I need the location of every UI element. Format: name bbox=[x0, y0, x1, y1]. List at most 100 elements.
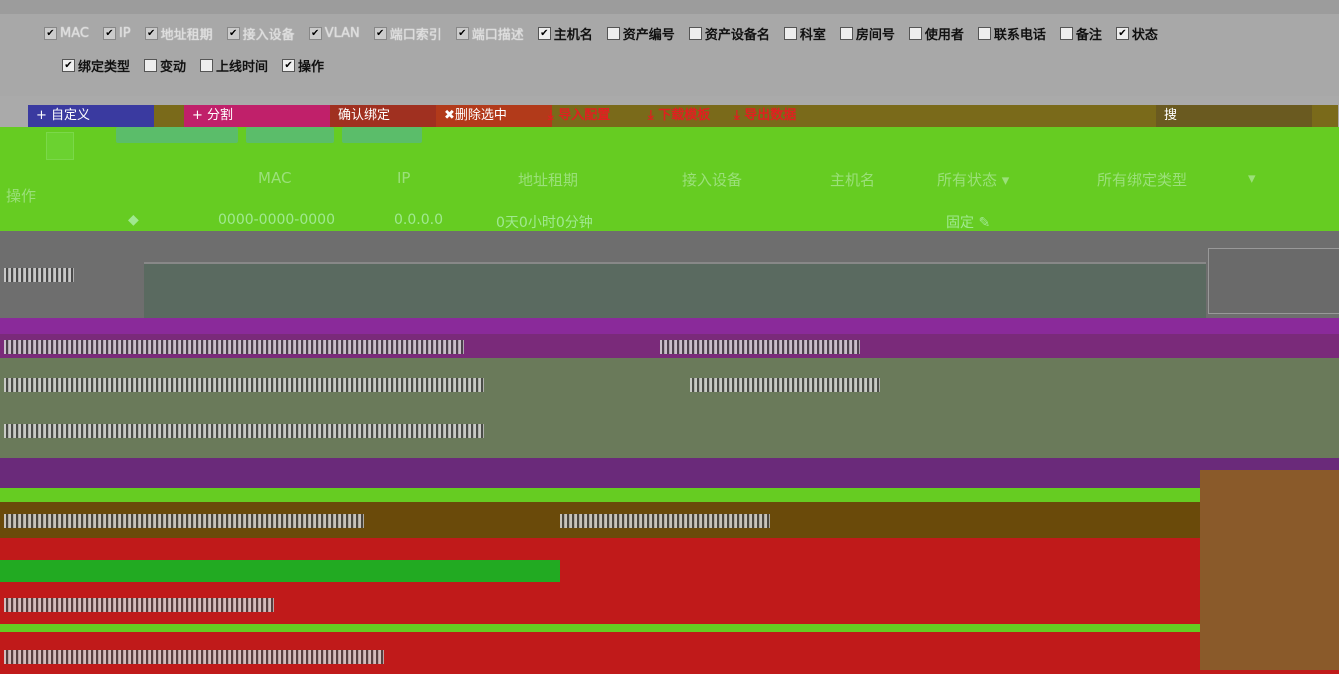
header-operation: 操作 bbox=[6, 187, 37, 205]
header-access-device[interactable]: 接入设备 bbox=[682, 169, 742, 190]
column-toggle-label: 端口描述 bbox=[471, 28, 524, 43]
checkbox-unchecked-icon[interactable] bbox=[783, 27, 797, 40]
column-toggle-label: 绑定类型 bbox=[78, 60, 131, 75]
filter-button[interactable] bbox=[116, 127, 238, 143]
cell-lease: 0天0小时0分钟 bbox=[496, 215, 593, 231]
checkbox-unchecked-icon[interactable] bbox=[839, 27, 853, 40]
garbled-text bbox=[560, 514, 770, 528]
table-row bbox=[0, 488, 1339, 502]
table-row bbox=[1208, 248, 1339, 314]
status-filter-dropdown[interactable]: 所有状态 ▾ bbox=[937, 169, 1009, 190]
column-toggle-label: 房间号 bbox=[855, 28, 895, 43]
garbled-text bbox=[4, 598, 274, 612]
confirm-bind-button[interactable]: 确认绑定 bbox=[330, 105, 446, 127]
column-toggle[interactable]: ✔ 接入设备 bbox=[226, 24, 295, 43]
cell-mac: 0000-0000-0000 bbox=[218, 212, 335, 228]
table-row bbox=[0, 358, 1339, 458]
column-toggle-label: 使用者 bbox=[924, 28, 964, 43]
column-toggle[interactable]: ✔ 操作 bbox=[282, 56, 324, 75]
table-row bbox=[0, 560, 560, 582]
table-row bbox=[1200, 470, 1339, 670]
checkbox-unchecked-icon[interactable] bbox=[144, 59, 158, 72]
filter-button[interactable] bbox=[246, 127, 334, 143]
column-toggle[interactable]: 资产设备名 bbox=[688, 24, 770, 43]
checkbox-unchecked-icon[interactable] bbox=[200, 59, 214, 72]
column-toggle[interactable]: 资产编号 bbox=[606, 24, 675, 43]
column-toggle-label: 科室 bbox=[799, 28, 826, 43]
column-chooser-row-1: ✔ MAC ✔ IP ✔ 地址租期 ✔ 接入设备 ✔ VLAN ✔ 端口索引 ✔ 端口描述 ✔ 主机名 资产编号… bbox=[44, 24, 1158, 43]
column-toggle[interactable]: 备注 bbox=[1059, 24, 1102, 43]
column-toggle[interactable]: 使用者 bbox=[908, 24, 964, 43]
checkbox-unchecked-icon[interactable] bbox=[1059, 27, 1073, 40]
column-toggle-label: 备注 bbox=[1075, 28, 1102, 43]
table-row bbox=[0, 318, 1339, 334]
chevron-down-icon[interactable]: ▾ bbox=[1248, 169, 1256, 187]
cell-bind-type[interactable]: 固定 ✎ bbox=[946, 212, 990, 232]
garbled-text bbox=[4, 514, 364, 528]
header-hostname[interactable]: 主机名 bbox=[830, 169, 875, 190]
checkbox-checked-icon[interactable]: ✔ bbox=[102, 27, 116, 40]
column-toggle-label: 端口索引 bbox=[389, 28, 442, 43]
checkbox-unchecked-icon[interactable] bbox=[688, 27, 702, 40]
column-toggle-label: 地址租期 bbox=[160, 28, 213, 43]
garbled-text bbox=[4, 378, 484, 392]
header-ip[interactable]: IP bbox=[397, 169, 410, 187]
column-toggle[interactable]: 科室 bbox=[783, 24, 826, 43]
checkbox-unchecked-icon[interactable] bbox=[908, 27, 922, 40]
garbled-text bbox=[660, 340, 860, 354]
checkbox-checked-icon[interactable]: ✔ bbox=[44, 27, 57, 40]
checkbox-unchecked-icon[interactable] bbox=[977, 27, 991, 40]
garbled-text bbox=[4, 650, 384, 664]
column-toggle[interactable]: 房间号 bbox=[839, 24, 895, 43]
cell-ip: 0.0.0.0 bbox=[394, 212, 443, 228]
column-toggle[interactable]: ✔ 绑定类型 bbox=[62, 56, 130, 75]
split-button[interactable]: + 分割 bbox=[184, 105, 340, 127]
column-toggle[interactable]: ✔ 端口索引 bbox=[373, 24, 442, 43]
column-toggle[interactable]: ✔ 主机名 bbox=[537, 24, 593, 43]
column-toggle[interactable]: ✔ IP bbox=[102, 26, 131, 41]
checkbox-checked-icon[interactable]: ✔ bbox=[62, 59, 75, 72]
export-data-link[interactable]: ⤓ 导出数据 bbox=[726, 105, 832, 127]
checkbox-checked-icon[interactable]: ✔ bbox=[1115, 27, 1129, 40]
garbled-text bbox=[4, 268, 74, 282]
checkbox-checked-icon[interactable]: ✔ bbox=[455, 27, 469, 40]
column-toggle[interactable]: ✔ 状态 bbox=[1115, 24, 1158, 43]
table-row bbox=[0, 624, 1339, 632]
column-toggle[interactable]: 联系电话 bbox=[977, 24, 1046, 43]
import-config-link[interactable]: ⤓ 导入配置 bbox=[540, 105, 652, 127]
table-row bbox=[0, 458, 1339, 488]
checkbox-unchecked-icon[interactable] bbox=[606, 27, 620, 40]
filter-button[interactable] bbox=[342, 127, 422, 143]
column-toggle-label: 联系电话 bbox=[993, 28, 1046, 43]
column-toggle-label: 状态 bbox=[1131, 28, 1158, 43]
column-toggle-label: 操作 bbox=[298, 60, 325, 75]
column-toggle[interactable]: ✔ VLAN bbox=[308, 26, 360, 41]
column-toggle[interactable]: ✔ 端口描述 bbox=[455, 24, 524, 43]
header-mac[interactable]: MAC bbox=[258, 169, 291, 187]
header-lease[interactable]: 地址租期 bbox=[518, 169, 578, 190]
column-toggle[interactable]: ✔ MAC bbox=[44, 26, 89, 41]
delete-selected-button[interactable]: ✖删除选中 bbox=[436, 105, 552, 127]
top-stripe bbox=[0, 0, 1339, 14]
checkbox-checked-icon[interactable]: ✔ bbox=[537, 27, 551, 40]
bind-type-filter-dropdown[interactable]: 所有绑定类型 bbox=[1097, 169, 1187, 190]
column-toggle[interactable]: 变动 bbox=[144, 56, 186, 75]
custom-define-button[interactable]: + 自定义 bbox=[28, 105, 154, 127]
search-button[interactable]: 搜 bbox=[1156, 105, 1312, 127]
column-toggle-label: VLAN bbox=[324, 26, 360, 41]
column-toggle[interactable]: ✔ 地址租期 bbox=[144, 24, 213, 43]
column-toggle-label: 变动 bbox=[160, 60, 187, 75]
garbled-text bbox=[4, 340, 464, 354]
column-toggle-label: 上线时间 bbox=[216, 60, 269, 75]
column-toggle-label: IP bbox=[118, 26, 131, 41]
checkbox-checked-icon[interactable]: ✔ bbox=[144, 27, 158, 40]
checkbox-checked-icon[interactable]: ✔ bbox=[308, 27, 322, 40]
column-toggle-label: MAC bbox=[60, 26, 89, 41]
select-all-checkbox[interactable] bbox=[46, 132, 74, 160]
checkbox-checked-icon[interactable]: ✔ bbox=[282, 59, 296, 72]
column-chooser: ✔ MAC ✔ IP ✔ 地址租期 ✔ 接入设备 ✔ VLAN ✔ 端口索引 ✔ 端口描述 ✔ 主机名 资产编号… bbox=[0, 0, 1339, 96]
checkbox-checked-icon[interactable]: ✔ bbox=[226, 27, 240, 40]
column-toggle[interactable]: 上线时间 bbox=[200, 56, 268, 75]
column-toggle-label: 资产编号 bbox=[622, 28, 675, 43]
checkbox-checked-icon[interactable]: ✔ bbox=[373, 27, 387, 40]
